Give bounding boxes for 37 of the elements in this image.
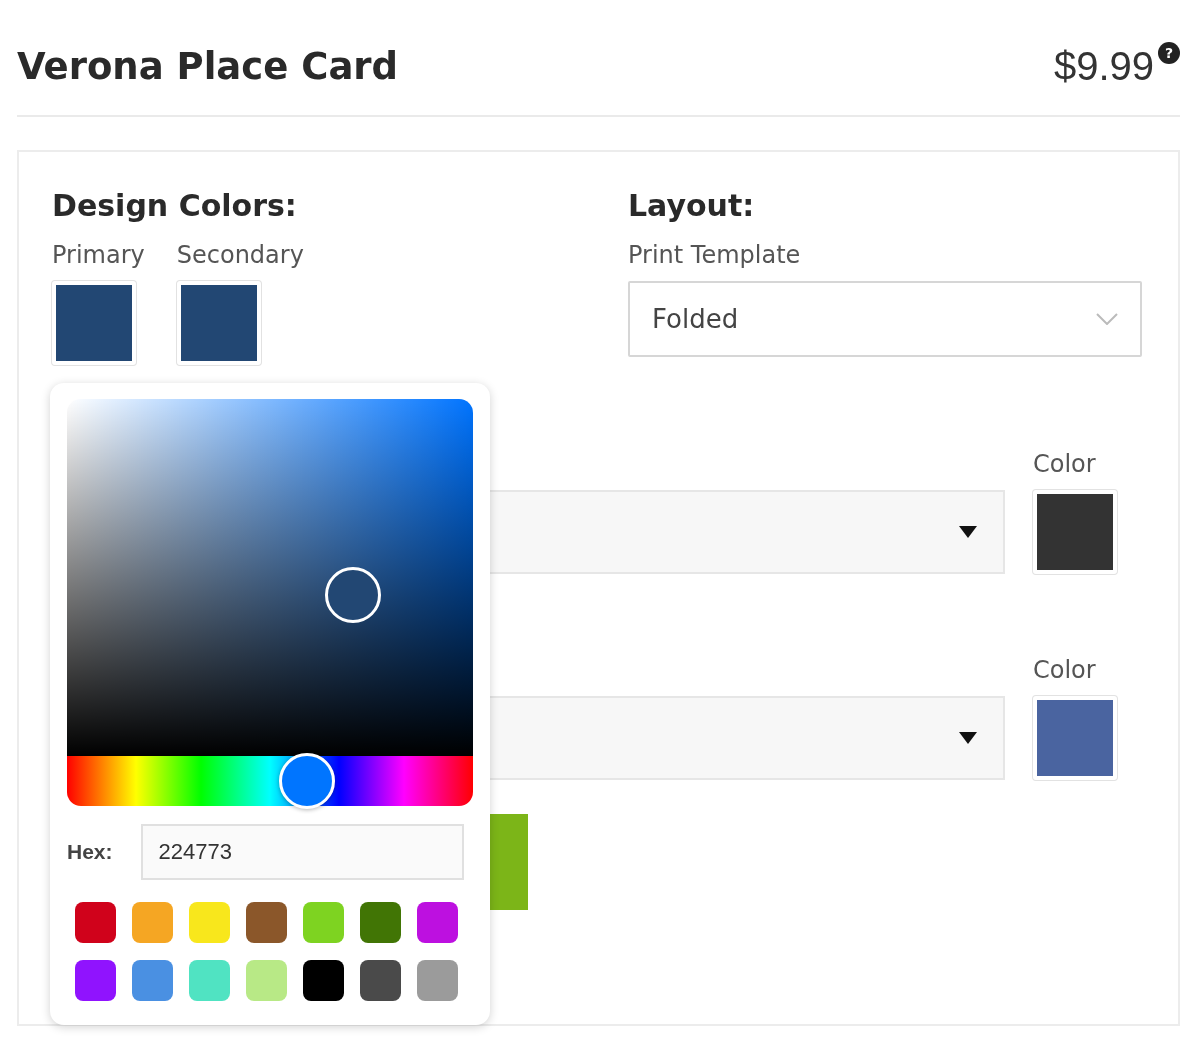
preset-swatch[interactable] bbox=[303, 960, 344, 1001]
hex-label: Hex: bbox=[67, 840, 113, 864]
field-label: Print Template bbox=[628, 241, 802, 269]
preset-swatch[interactable] bbox=[189, 902, 230, 943]
preset-swatch[interactable] bbox=[75, 902, 116, 943]
section-heading: Design Colors: bbox=[52, 188, 298, 223]
preset-swatch[interactable] bbox=[246, 902, 287, 943]
color-swatch[interactable] bbox=[176, 281, 261, 365]
hex-input[interactable]: 224773 bbox=[140, 824, 464, 880]
preset-swatch[interactable] bbox=[360, 902, 401, 943]
preset-swatch[interactable] bbox=[132, 960, 173, 1001]
price: $9.99 bbox=[1053, 44, 1154, 89]
preset-swatch[interactable] bbox=[417, 960, 458, 1001]
saturation-area[interactable] bbox=[67, 399, 473, 756]
caret-icon bbox=[959, 526, 977, 538]
preset-swatch[interactable] bbox=[246, 960, 287, 1001]
template-select[interactable]: Folded bbox=[628, 281, 1142, 357]
preset-swatch[interactable] bbox=[75, 960, 116, 1001]
preset-swatch[interactable] bbox=[360, 960, 401, 1001]
hue-thumb[interactable] bbox=[278, 753, 335, 809]
preset-swatch[interactable] bbox=[303, 902, 344, 943]
color-label: Color bbox=[1033, 450, 1097, 478]
caret-icon bbox=[959, 732, 977, 744]
swatch-label: Secondary bbox=[176, 241, 304, 269]
help-icon[interactable]: ? bbox=[1158, 42, 1180, 64]
color-swatch[interactable] bbox=[1033, 490, 1117, 574]
section-heading: Layout: bbox=[628, 188, 756, 223]
hue-slider[interactable] bbox=[67, 756, 473, 806]
chevron-down-icon bbox=[1096, 313, 1118, 325]
preset-swatch[interactable] bbox=[189, 960, 230, 1001]
preset-swatch[interactable] bbox=[417, 902, 458, 943]
color-swatch[interactable] bbox=[52, 281, 136, 365]
preset-swatch[interactable] bbox=[132, 902, 173, 943]
color-label: Color bbox=[1033, 656, 1097, 684]
swatch-label: Primary bbox=[52, 241, 145, 269]
color-swatch[interactable] bbox=[1033, 696, 1117, 780]
product-title: Verona Place Card bbox=[17, 45, 399, 88]
